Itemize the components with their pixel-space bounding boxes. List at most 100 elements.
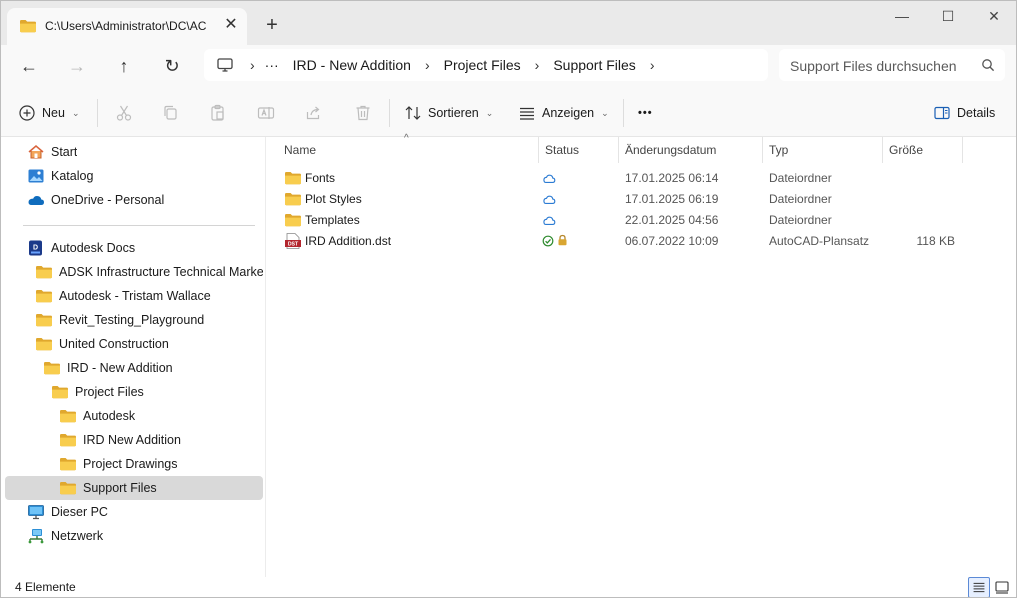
column-resize-handle[interactable]	[538, 137, 539, 163]
back-button[interactable]: ←	[14, 53, 44, 79]
folder-icon	[59, 456, 77, 472]
breadcrumb-item[interactable]: Support Files	[553, 57, 635, 73]
folder-icon	[35, 264, 53, 280]
folder-icon	[35, 288, 53, 304]
sidebar-item-autodesk-docs[interactable]: D Autodesk Docs	[27, 236, 135, 260]
column-header-date[interactable]: Änderungsdatum	[625, 143, 716, 157]
breadcrumb-separator[interactable]: ›	[425, 57, 430, 73]
sidebar-item-label: Start	[51, 145, 78, 159]
folder-icon	[51, 384, 69, 400]
sidebar-item-folder[interactable]: Autodesk - Tristam Wallace	[35, 284, 211, 308]
file-row[interactable]: Plot Styles 17.01.2025 06:19 Dateiordner	[276, 189, 966, 210]
sidebar-item-folder[interactable]: IRD - New Addition	[43, 356, 173, 380]
cut-icon[interactable]	[114, 103, 134, 123]
file-row[interactable]: DST IRD Addition.dst 06.07.2022 10:09 Au…	[276, 231, 966, 252]
breadcrumb-item[interactable]: IRD - New Addition	[293, 57, 411, 73]
toolbar-divider	[623, 99, 624, 127]
details-view-icon[interactable]	[968, 577, 990, 598]
file-date: 17.01.2025 06:19	[625, 192, 719, 206]
sidebar-item-folder[interactable]: IRD New Addition	[59, 428, 181, 452]
chevron-down-icon: ⌄	[71, 107, 80, 118]
new-button[interactable]: Neu ⌄	[18, 102, 79, 124]
new-label: Neu	[42, 106, 65, 120]
home-icon	[28, 145, 44, 159]
column-header-status[interactable]: Status	[545, 143, 579, 157]
share-icon[interactable]	[304, 103, 324, 123]
file-name: Templates	[305, 213, 360, 227]
dst-icon-text: DST	[288, 242, 299, 248]
sidebar-divider	[23, 225, 255, 226]
maximize-button[interactable]: ☐	[925, 5, 971, 29]
pane-splitter[interactable]	[265, 137, 266, 577]
sidebar-item-start[interactable]: Start	[27, 140, 77, 164]
column-resize-handle[interactable]	[882, 137, 883, 163]
sidebar-item-folder[interactable]: Autodesk	[59, 404, 135, 428]
up-button[interactable]: ↑	[109, 53, 139, 79]
plus-circle-icon	[19, 105, 35, 121]
folder-icon	[19, 18, 37, 34]
details-label: Details	[957, 106, 996, 120]
synced-check-icon	[542, 235, 554, 247]
details-pane-button[interactable]: Details	[933, 102, 995, 124]
column-resize-handle[interactable]	[618, 137, 619, 163]
new-tab-button[interactable]: +	[259, 13, 285, 39]
sidebar-item-label: Autodesk Docs	[51, 241, 136, 255]
sidebar-item-support-files[interactable]: Support Files	[5, 476, 263, 500]
network-icon	[28, 529, 44, 544]
folder-icon	[284, 212, 302, 228]
file-name: IRD Addition.dst	[305, 234, 392, 248]
breadcrumb-overflow[interactable]: ···	[265, 57, 279, 73]
file-row[interactable]: Templates 22.01.2025 04:56 Dateiordner	[276, 210, 966, 231]
more-options-button[interactable]: •••	[638, 102, 653, 124]
folder-icon	[284, 170, 302, 186]
tab-close-button[interactable]: ✕	[221, 15, 241, 35]
file-row[interactable]: Fonts 17.01.2025 06:14 Dateiordner	[276, 168, 966, 189]
navigation-pane: Start Katalog OneDrive - Personal D Auto…	[1, 137, 265, 577]
tab-current-folder[interactable]: C:\Users\Administrator\DC\AC ✕	[7, 8, 247, 45]
paste-icon[interactable]	[208, 103, 228, 123]
sidebar-item-folder[interactable]: Revit_Testing_Playground	[35, 308, 204, 332]
breadcrumb-separator[interactable]: ›	[650, 57, 655, 73]
cloud-status-icon	[542, 173, 556, 184]
minimize-button[interactable]: —	[879, 5, 925, 29]
sidebar-item-katalog[interactable]: Katalog	[27, 164, 93, 188]
sidebar-item-folder[interactable]: United Construction	[35, 332, 169, 356]
view-button[interactable]: Anzeigen ⌄	[518, 102, 609, 124]
rename-icon[interactable]	[256, 103, 276, 123]
trash-icon[interactable]	[353, 103, 373, 123]
folder-icon	[35, 312, 53, 328]
breadcrumb-separator[interactable]: ›	[535, 57, 540, 73]
breadcrumb-separator[interactable]: ›	[250, 57, 255, 73]
file-explorer-window: C:\Users\Administrator\DC\AC ✕ + — ☐ ✕ ←…	[0, 0, 1017, 598]
column-header-name[interactable]: Name	[284, 143, 316, 157]
column-resize-handle[interactable]	[762, 137, 763, 163]
sidebar-item-label: United Construction	[59, 337, 169, 351]
sidebar-item-network[interactable]: Netzwerk	[27, 524, 103, 548]
sidebar-item-folder[interactable]: ADSK Infrastructure Technical Marketing	[35, 260, 263, 284]
column-headers: ^ Name Status Änderungsdatum Typ Größe	[266, 133, 1016, 165]
breadcrumb-item[interactable]: Project Files	[444, 57, 521, 73]
forward-button[interactable]: →	[62, 53, 92, 79]
sort-button[interactable]: Sortieren ⌄	[404, 102, 493, 124]
column-header-size[interactable]: Größe	[889, 143, 923, 157]
dst-file-icon: DST	[285, 233, 301, 249]
copy-icon[interactable]	[161, 103, 181, 123]
sidebar-item-label: ADSK Infrastructure Technical Marketing	[59, 265, 263, 279]
search-placeholder: Support Files durchsuchen	[790, 58, 957, 74]
sidebar-item-this-pc[interactable]: Dieser PC	[27, 500, 108, 524]
address-row: ← → ↑ ↻ › ··· IRD - New Addition › Proje…	[1, 45, 1016, 87]
column-resize-handle[interactable]	[962, 137, 963, 163]
close-window-button[interactable]: ✕	[971, 5, 1016, 29]
column-header-type[interactable]: Typ	[769, 143, 788, 157]
sidebar-item-onedrive[interactable]: OneDrive - Personal	[27, 188, 164, 212]
address-bar[interactable]: › ··· IRD - New Addition › Project Files…	[204, 49, 768, 81]
sidebar-item-folder[interactable]: Project Files	[51, 380, 144, 404]
item-count: 4 Elemente	[15, 580, 76, 594]
sidebar-item-folder[interactable]: Project Drawings	[59, 452, 177, 476]
folder-icon	[59, 480, 77, 496]
file-size: 118 KB	[916, 234, 955, 248]
large-icons-view-icon[interactable]	[991, 577, 1013, 598]
search-input[interactable]: Support Files durchsuchen	[779, 49, 1005, 81]
monitor-icon	[217, 58, 233, 72]
refresh-button[interactable]: ↻	[157, 53, 187, 79]
